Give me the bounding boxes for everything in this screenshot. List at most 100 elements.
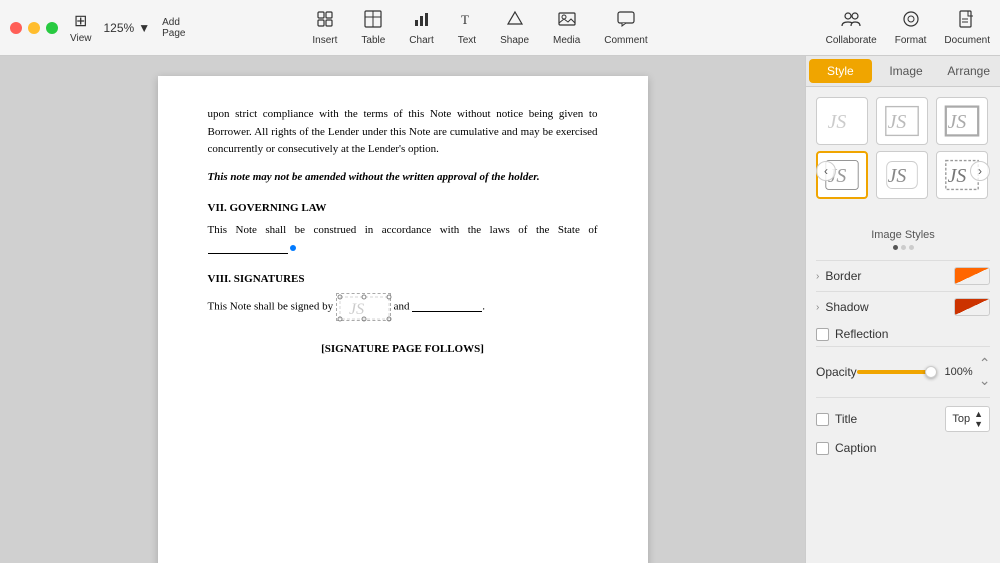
title-row: Title Top ▲▼ (816, 406, 990, 432)
image-style-5[interactable]: JS (876, 151, 928, 199)
doc-paragraph-4: This Note shall be signed by (208, 293, 598, 321)
border-color-preview[interactable] (954, 267, 990, 285)
style-dots (816, 245, 990, 250)
shape-icon (506, 10, 524, 33)
svg-text:T: T (461, 12, 469, 27)
comment-button[interactable]: Comment (604, 10, 647, 46)
doc-paragraph-2: This note may not be amended without the… (208, 169, 598, 187)
caption-label: Caption (835, 441, 876, 455)
shadow-label-wrap: › Shadow (816, 300, 869, 314)
sidebar-tabs: Style Image Arrange (806, 56, 1000, 87)
opacity-stepper[interactable]: ⌃⌄ (979, 355, 991, 389)
dropdown-chevron: ▲▼ (974, 409, 983, 429)
opacity-value: 100% (943, 366, 973, 378)
shadow-chevron: › (816, 302, 819, 313)
border-label: Border (825, 269, 861, 283)
insert-icon (316, 10, 334, 33)
doc-section-gov-law: VII. GOVERNING LAW (208, 200, 598, 218)
tab-arrange[interactable]: Arrange (937, 56, 1000, 86)
svg-text:JS: JS (828, 111, 847, 133)
image-style-2[interactable]: JS (876, 97, 928, 145)
media-label: Media (553, 35, 580, 46)
style-dot-1 (893, 245, 898, 250)
signature-box-1: JS (336, 293, 391, 321)
format-label: Format (895, 35, 927, 46)
chart-label: Chart (409, 35, 433, 46)
sidebar-style-content: JS JS JS JS JS (806, 87, 1000, 563)
doc-amendment-note: This note may not be amended without the… (208, 171, 540, 183)
view-button[interactable]: ⊞ View (70, 11, 92, 44)
opacity-row: Opacity 100% ⌃⌄ (816, 346, 990, 397)
tab-image[interactable]: Image (875, 56, 938, 86)
close-button[interactable] (10, 22, 22, 34)
title-caption-section: Title Top ▲▼ Caption (816, 397, 990, 460)
svg-text:JS: JS (948, 165, 967, 187)
signature-line-2 (412, 311, 482, 312)
opacity-slider-wrap: 100% ⌃⌄ (857, 355, 991, 389)
format-icon (902, 10, 920, 33)
styles-nav-next[interactable]: › (970, 161, 990, 181)
tab-style[interactable]: Style (809, 59, 872, 83)
shadow-label: Shadow (825, 300, 868, 314)
document-area: upon strict compliance with the terms of… (0, 56, 805, 563)
toolbar-right: Collaborate Format Document (790, 10, 990, 46)
app-controls (10, 22, 58, 34)
opacity-label: Opacity (816, 365, 857, 379)
reflection-label: Reflection (835, 327, 888, 341)
collaborate-button[interactable]: Collaborate (826, 10, 877, 46)
media-button[interactable]: Media (553, 10, 580, 46)
svg-text:JS: JS (948, 111, 967, 133)
insert-button[interactable]: Insert (312, 10, 337, 46)
toolbar-left: ⊞ View 125% ▼ Add Page (10, 11, 170, 44)
zoom-value: 125% (104, 21, 135, 35)
document-button[interactable]: Document (944, 10, 990, 46)
caption-row: Caption (816, 436, 990, 460)
insert-label: Insert (312, 35, 337, 46)
zoom-chevron: ▼ (138, 21, 150, 35)
shape-button[interactable]: Shape (500, 10, 529, 46)
shape-label: Shape (500, 35, 529, 46)
table-button[interactable]: Table (361, 10, 385, 46)
svg-text:JS: JS (888, 111, 907, 133)
text-button[interactable]: T Text (458, 10, 476, 46)
shadow-color-preview[interactable] (954, 298, 990, 316)
title-position-dropdown[interactable]: Top ▲▼ (945, 406, 990, 432)
caption-checkbox[interactable] (816, 442, 829, 455)
table-icon (364, 10, 382, 33)
toolbar: ⊞ View 125% ▼ Add Page Insert Table (0, 0, 1000, 56)
reflection-checkbox[interactable] (816, 328, 829, 341)
svg-text:JS: JS (888, 165, 907, 187)
chart-icon (413, 10, 431, 33)
media-icon (558, 10, 576, 33)
caption-checkbox-wrap: Caption (816, 441, 876, 455)
cursor-dot (290, 245, 296, 251)
text-label: Text (458, 35, 476, 46)
document-page: upon strict compliance with the terms of… (158, 76, 648, 563)
doc-paragraph-3: This Note shall be construed in accordan… (208, 222, 598, 257)
table-label: Table (361, 35, 385, 46)
chart-button[interactable]: Chart (409, 10, 433, 46)
title-checkbox[interactable] (816, 413, 829, 426)
format-button[interactable]: Format (895, 10, 927, 46)
toolbar-center: Insert Table Chart T Text Shape (170, 10, 790, 46)
title-checkbox-wrap: Title (816, 412, 857, 426)
minimize-button[interactable] (28, 22, 40, 34)
document-label: Document (944, 35, 990, 46)
styles-nav-prev[interactable]: ‹ (816, 161, 836, 181)
opacity-slider[interactable] (857, 370, 937, 374)
style-dot-3 (909, 245, 914, 250)
image-styles-grid: JS JS JS JS JS (816, 97, 990, 199)
image-style-3[interactable]: JS (936, 97, 988, 145)
zoom-control[interactable]: 125% ▼ (104, 21, 151, 35)
image-style-1[interactable]: JS (816, 97, 868, 145)
doc-sig-follows: [SIGNATURE PAGE FOLLOWS] (208, 341, 598, 359)
view-icon: ⊞ (74, 11, 87, 31)
maximize-button[interactable] (46, 22, 58, 34)
reflection-label-wrap: Reflection (816, 327, 888, 341)
comment-label: Comment (604, 35, 647, 46)
collaborate-icon (841, 10, 861, 33)
state-signature-line (208, 253, 288, 254)
shadow-row: › Shadow (816, 291, 990, 322)
border-chevron: › (816, 271, 819, 282)
document-text: upon strict compliance with the terms of… (208, 106, 598, 358)
